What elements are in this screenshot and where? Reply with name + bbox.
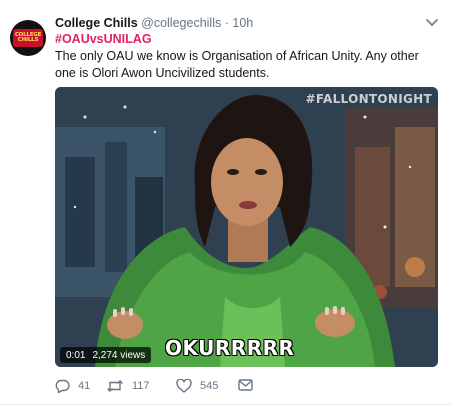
direct-message-button[interactable] <box>238 379 253 391</box>
college-chills-logo: COLLEGE CHILLS <box>13 29 43 47</box>
retweet-icon <box>106 379 124 393</box>
reply-icon <box>55 379 70 393</box>
author-handle[interactable]: @collegechills <box>141 16 221 30</box>
header-separator: · <box>224 16 229 30</box>
tweet-card[interactable]: COLLEGE CHILLS College Chills @collegech… <box>0 0 451 410</box>
reply-button[interactable]: 41 <box>55 379 90 393</box>
like-button[interactable]: 545 <box>176 379 218 393</box>
chevron-down-icon[interactable] <box>425 16 439 30</box>
avatar[interactable]: COLLEGE CHILLS <box>10 20 46 56</box>
hashtag-link[interactable]: #OAUvsUNILAG <box>55 32 152 46</box>
tweet-divider <box>0 404 451 405</box>
gif-video-player[interactable]: #FALLONTONIGHT OKURRRRR 0:01 2,274 views <box>55 87 438 367</box>
tweet-timestamp[interactable]: 10h <box>232 16 253 30</box>
video-duration: 0:01 <box>66 349 86 361</box>
avatar-logo-text: COLLEGE CHILLS <box>14 31 42 43</box>
reply-count: 41 <box>78 380 91 392</box>
gif-caption: OKURRRRR <box>165 336 295 360</box>
tweet-actions: 41 117 545 <box>55 379 265 395</box>
retweet-button[interactable]: 117 <box>106 379 150 393</box>
heart-icon <box>176 379 192 393</box>
like-count: 545 <box>200 380 219 392</box>
show-watermark: #FALLONTONIGHT <box>305 92 432 106</box>
tweet-text: The only OAU we know is Organisation of … <box>55 49 419 80</box>
video-views: 2,274 views <box>92 349 146 361</box>
author-name[interactable]: College Chills <box>55 16 138 30</box>
envelope-icon <box>238 379 253 391</box>
gif-frame <box>55 87 438 367</box>
media-badge: 0:01 2,274 views <box>60 347 152 363</box>
retweet-count: 117 <box>132 380 150 392</box>
